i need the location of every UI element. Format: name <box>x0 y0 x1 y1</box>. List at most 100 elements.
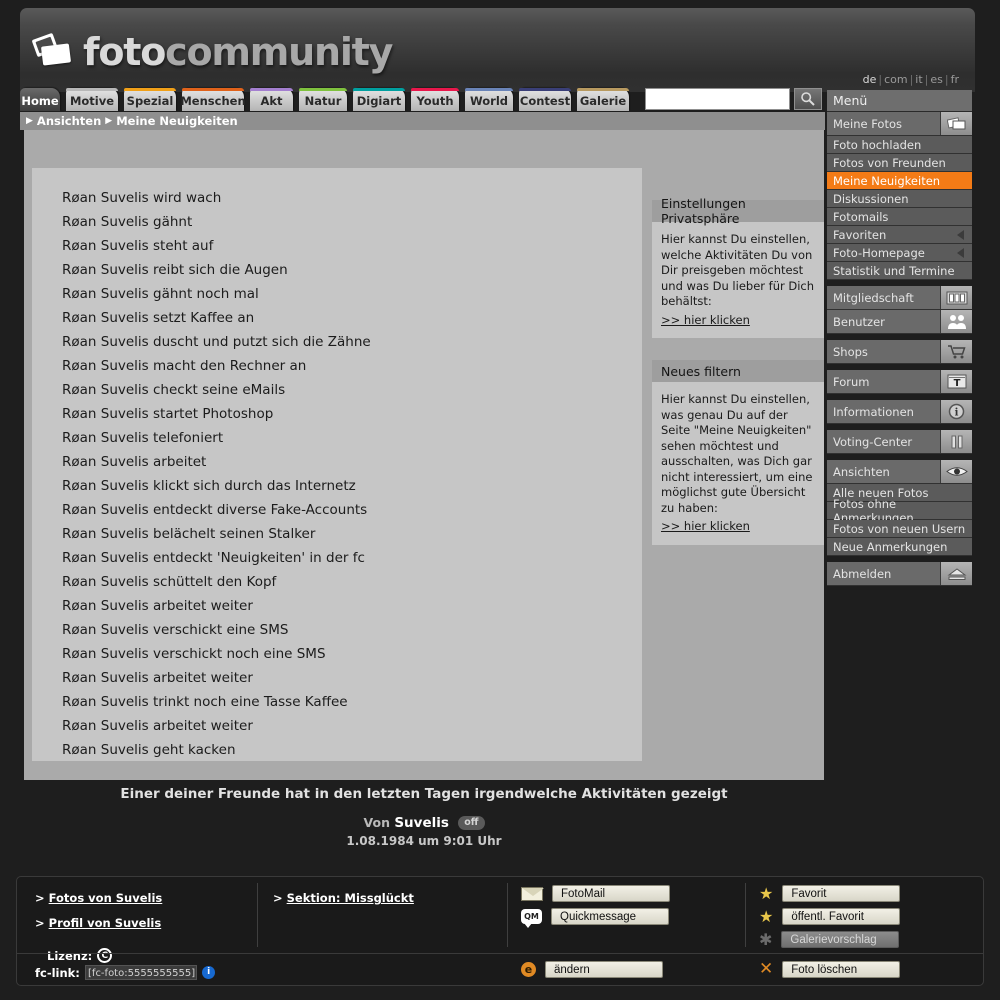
oeffentl-favorit-button[interactable]: öffentl. Favorit <box>782 908 901 925</box>
sidebar-item-diskussionen[interactable]: Diskussionen <box>827 190 972 208</box>
caption-username[interactable]: Suvelis <box>394 815 449 831</box>
quickmessage-button[interactable]: Quickmessage <box>551 908 669 925</box>
lang-com[interactable]: com <box>884 73 908 86</box>
sidebar-item-abmelden[interactable]: Abmelden <box>827 562 972 586</box>
link-fotos-von-suvelis[interactable]: Fotos von Suvelis <box>49 891 163 905</box>
lang-de[interactable]: de <box>863 73 877 86</box>
infobox-privacy-link[interactable]: >> hier klicken <box>661 313 750 329</box>
sidebar-item-statistik-und-termine[interactable]: Statistik und Termine <box>827 262 972 280</box>
photos-stack-icon <box>31 32 74 68</box>
sidebar-item-label: Forum <box>833 374 870 389</box>
tab-natur[interactable]: Natur <box>299 88 347 111</box>
sidebar-item-label: Diskussionen <box>833 191 909 206</box>
sidebar-item-fotos-von-freunden[interactable]: Fotos von Freunden <box>827 154 972 172</box>
sidebar-item-favoriten[interactable]: Favoriten <box>827 226 972 244</box>
activity-item: Røan Suvelis telefoniert <box>62 430 224 446</box>
caption-by-label: Von <box>363 815 390 830</box>
link-profil-von-suvelis[interactable]: Profil von Suvelis <box>49 916 162 930</box>
tab-label: Akt <box>260 94 283 108</box>
search-button[interactable] <box>794 88 822 110</box>
fotomail-button[interactable]: FotoMail <box>552 885 670 902</box>
site-logo[interactable]: fotocommunity <box>31 30 393 74</box>
sidebar-item-neue-anmerkungen[interactable]: Neue Anmerkungen <box>827 538 972 556</box>
sidebar-item-voting-center[interactable]: Voting-Center <box>827 430 972 454</box>
star-icon: ★ <box>759 883 774 903</box>
tab-youth[interactable]: Youth <box>411 88 459 111</box>
tab-label: Home <box>21 94 59 108</box>
activity-item: Røan Suvelis entdeckt 'Neuigkeiten' in d… <box>62 550 365 566</box>
sidebar-item-fotos-ohne-anmerkungen[interactable]: Fotos ohne Anmerkungen <box>827 497 972 525</box>
infobox-filter-link[interactable]: >> hier klicken <box>661 519 750 535</box>
lang-es[interactable]: es <box>930 73 943 86</box>
svg-text:i: i <box>955 408 959 419</box>
tab-motive[interactable]: Motive <box>66 88 118 111</box>
mail-icon <box>521 886 544 901</box>
sidebar-item-informationen[interactable]: Informationen i <box>827 400 972 424</box>
tab-label: Contest <box>519 94 571 108</box>
tab-world[interactable]: World <box>465 88 513 111</box>
sidebar-item-label: Neue Anmerkungen <box>833 539 948 554</box>
qm-icon: QM <box>521 909 542 928</box>
sidebar-item-ansichten[interactable]: Ansichten <box>827 460 972 484</box>
sidebar-item-foto-homepage[interactable]: Foto-Homepage <box>827 244 972 262</box>
activity-item: Røan Suvelis trinkt noch eine Tasse Kaff… <box>62 694 348 710</box>
status-badge: off <box>458 816 485 830</box>
tab-label: Youth <box>416 94 454 108</box>
breadcrumb-item-ansichten[interactable]: Ansichten <box>37 114 101 128</box>
aendern-button[interactable]: ändern <box>545 961 663 978</box>
footer-col-favorites: ★ Favorit ★ öffentl. Favorit ✱ Galerievo… <box>745 877 983 953</box>
tab-label: Galerie <box>579 94 627 108</box>
tab-galerie[interactable]: Galerie <box>577 88 629 111</box>
sidebar-item-meine-fotos[interactable]: Meine Fotos <box>827 112 972 136</box>
tab-digiart[interactable]: Digiart <box>353 88 405 111</box>
activity-item: Røan Suvelis geht kacken <box>62 742 236 758</box>
sidebar-menu: Menü Meine Fotos Foto hochladen Fotos von … <box>827 90 972 586</box>
svg-text:T: T <box>953 378 960 389</box>
fclink-input[interactable]: [fc-foto:5555555555] <box>85 965 198 980</box>
cards-icon <box>940 286 972 309</box>
sidebar-item-label: Informationen <box>833 404 914 419</box>
search-input[interactable] <box>645 88 790 110</box>
tab-contest[interactable]: Contest <box>519 88 571 111</box>
tab-label: World <box>469 94 509 108</box>
tab-spezial[interactable]: Spezial <box>124 88 176 111</box>
lang-it[interactable]: it <box>915 73 922 86</box>
tab-label: Motive <box>69 94 115 108</box>
favorit-button[interactable]: Favorit <box>782 885 901 902</box>
activity-item: Røan Suvelis gähnt noch mal <box>62 286 259 302</box>
sidebar-item-label: Ansichten <box>833 464 890 479</box>
sidebar-item-label: Meine Fotos <box>833 116 902 131</box>
sidebar-item-mitgliedschaft[interactable]: Mitgliedschaft <box>827 286 972 310</box>
sidebar-menu-title: Menü <box>827 90 972 112</box>
tab-menschen[interactable]: Menschen <box>180 88 246 111</box>
lang-fr[interactable]: fr <box>951 73 959 86</box>
bars-icon <box>940 430 972 453</box>
info-circle-icon[interactable]: i <box>202 966 216 979</box>
link-sektion-missglueckt[interactable]: Sektion: Missglückt <box>287 891 414 905</box>
sidebar-item-fotos-von-neuen-usern[interactable]: Fotos von neuen Usern <box>827 520 972 538</box>
foto-loeschen-button[interactable]: Foto löschen <box>782 961 901 978</box>
tab-home[interactable]: Home <box>20 88 60 111</box>
language-switcher[interactable]: de | com | it | es | fr <box>863 73 959 86</box>
link-prefix: > <box>35 891 45 905</box>
caret-left-icon <box>957 229 964 240</box>
activity-item: Røan Suvelis wird wach <box>62 190 222 206</box>
activity-item: Røan Suvelis verschickt eine SMS <box>62 622 289 638</box>
caret-left-icon <box>957 247 964 258</box>
sidebar-item-foto-hochladen[interactable]: Foto hochladen <box>827 136 972 154</box>
users-icon <box>940 310 972 333</box>
activity-item: Røan Suvelis startet Photoshop <box>62 406 274 422</box>
tab-label: Menschen <box>180 94 246 108</box>
sidebar-item-benutzer[interactable]: Benutzer <box>827 310 972 334</box>
sidebar-item-forum[interactable]: Forum T <box>827 370 972 394</box>
logo-text: fotocommunity <box>83 30 393 74</box>
sidebar-item-label: Statistik und Termine <box>833 263 955 278</box>
sidebar-item-shops[interactable]: Shops <box>827 340 972 364</box>
activity-item: Røan Suvelis klickt sich durch das Inter… <box>62 478 356 494</box>
sidebar-item-meine-neuigkeiten[interactable]: Meine Neuigkeiten <box>827 172 972 190</box>
logo-word-1: foto <box>83 30 166 74</box>
tab-akt[interactable]: Akt <box>250 88 293 111</box>
activity-item: Røan Suvelis macht den Rechner an <box>62 358 307 374</box>
sidebar-item-fotomails[interactable]: Fotomails <box>827 208 972 226</box>
search-icon <box>801 92 815 106</box>
